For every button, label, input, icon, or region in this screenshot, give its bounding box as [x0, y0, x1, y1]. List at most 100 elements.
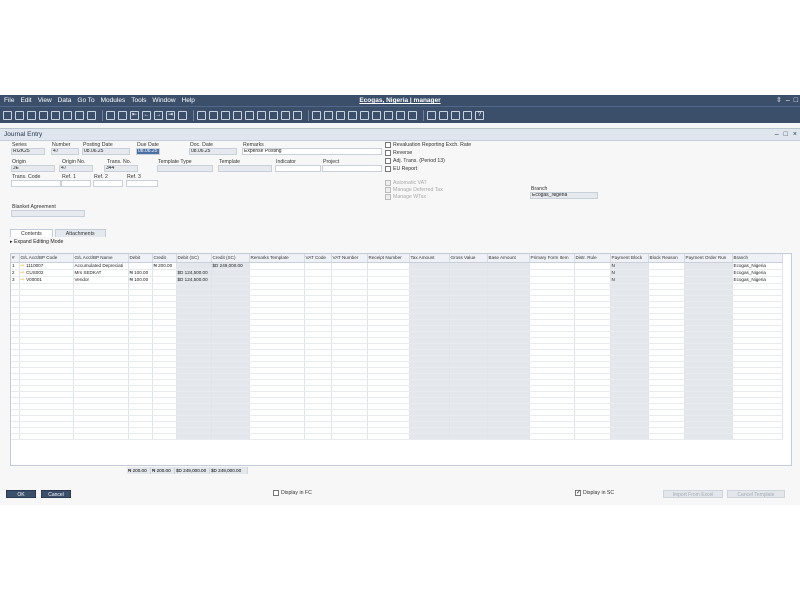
table-cell[interactable]: [152, 276, 177, 284]
table-cell[interactable]: N: [610, 262, 649, 270]
gross-profit-icon[interactable]: [245, 110, 254, 120]
table-cell[interactable]: ₦ 100.00: [128, 269, 153, 277]
table-cell[interactable]: [211, 276, 250, 284]
table-cell[interactable]: [304, 433, 332, 440]
calendar-icon[interactable]: [336, 110, 345, 120]
table-cell[interactable]: ₦ 100.00: [128, 276, 153, 284]
email-icon[interactable]: [39, 110, 48, 120]
table-cell[interactable]: [574, 269, 611, 277]
adj-trans-checkbox[interactable]: [385, 158, 391, 164]
form-minimize-icon[interactable]: –: [775, 129, 779, 141]
table-row[interactable]: 1 ⇨ 1110007 Accumulated Depreciati ₦ 200.00…: [11, 262, 783, 270]
print-preview-icon[interactable]: [27, 110, 36, 120]
table-cell[interactable]: [128, 262, 153, 270]
table-cell[interactable]: ⇨ V00001: [19, 276, 74, 284]
table-cell[interactable]: [648, 276, 685, 284]
blanket-agreement-field[interactable]: [11, 210, 85, 217]
table-cell[interactable]: [249, 269, 305, 277]
messages-icon[interactable]: [324, 110, 333, 120]
lock-icon[interactable]: [408, 110, 417, 120]
table-row[interactable]: [11, 433, 783, 440]
branch-field[interactable]: Ecogas_Nigeria: [530, 192, 598, 199]
attachments-icon[interactable]: [439, 110, 448, 120]
table-cell[interactable]: [304, 276, 332, 284]
table-cell[interactable]: 1: [11, 262, 20, 270]
table-cell[interactable]: N: [610, 269, 649, 277]
table-cell[interactable]: [684, 262, 733, 270]
table-cell[interactable]: ⇨ 1110007: [19, 262, 74, 270]
edit-icon[interactable]: [427, 110, 436, 120]
col-vat-number[interactable]: VAT Number: [331, 254, 368, 263]
filter-icon[interactable]: [197, 110, 206, 120]
table-cell[interactable]: [529, 433, 575, 440]
table-cell[interactable]: [648, 269, 685, 277]
table-cell[interactable]: [449, 276, 488, 284]
project-field[interactable]: [322, 165, 382, 172]
refresh-icon[interactable]: [178, 110, 187, 120]
table-cell[interactable]: [11, 433, 20, 440]
tab-contents[interactable]: Contents: [10, 229, 53, 237]
table-cell[interactable]: [128, 433, 153, 440]
remarks-field[interactable]: Expense Posting: [242, 148, 382, 155]
table-cell[interactable]: Vendor: [73, 276, 129, 284]
document-icon[interactable]: [463, 110, 472, 120]
table-cell[interactable]: [331, 276, 368, 284]
cancel-button[interactable]: Cancel: [41, 490, 71, 498]
table-cell[interactable]: [487, 276, 530, 284]
table-cell[interactable]: 3: [11, 276, 20, 284]
col-base-amount[interactable]: Base Amount: [487, 254, 530, 263]
sms-icon[interactable]: [51, 110, 60, 120]
manage-deferred-tax-checkbox[interactable]: [385, 187, 391, 193]
table-cell[interactable]: [331, 262, 368, 270]
template-type-field[interactable]: [157, 165, 213, 172]
table-cell[interactable]: [610, 433, 649, 440]
table-cell[interactable]: $D 124,500.00: [176, 269, 212, 277]
col-payment-block[interactable]: Payment Block: [610, 254, 649, 263]
table-cell[interactable]: [449, 433, 488, 440]
save-icon[interactable]: [3, 110, 12, 120]
check-icon[interactable]: [451, 110, 460, 120]
table-cell[interactable]: [249, 276, 305, 284]
table-cell[interactable]: [487, 269, 530, 277]
col-payment-order-run[interactable]: Payment Order Run: [684, 254, 733, 263]
trans-no-field[interactable]: 344: [104, 165, 138, 172]
table-cell[interactable]: [304, 269, 332, 277]
doc-date-field[interactable]: 08.06.25: [189, 148, 237, 155]
payment-means-icon[interactable]: [257, 110, 266, 120]
first-record-icon[interactable]: ⇤: [130, 110, 139, 120]
minimize-icon[interactable]: –: [786, 95, 790, 106]
table-cell[interactable]: Mrs SEDKAT: [73, 269, 129, 277]
menu-data[interactable]: Data: [58, 95, 72, 106]
display-sc-checkbox[interactable]: [575, 489, 581, 496]
table-cell[interactable]: [529, 262, 575, 270]
table-cell[interactable]: Ecogas_Nigeria: [732, 269, 783, 277]
table-cell[interactable]: [529, 269, 575, 277]
table-cell[interactable]: N: [610, 276, 649, 284]
col-remarks-template[interactable]: Remarks Template: [249, 254, 305, 263]
origin-field[interactable]: JE: [11, 165, 55, 172]
col-branch[interactable]: Branch: [732, 254, 783, 263]
table-cell[interactable]: [249, 433, 305, 440]
menu-help[interactable]: Help: [182, 95, 195, 106]
table-cell[interactable]: [367, 433, 410, 440]
table-cell[interactable]: [249, 262, 305, 270]
table-cell[interactable]: [152, 269, 177, 277]
table-cell[interactable]: [487, 433, 530, 440]
pdf-icon[interactable]: [87, 110, 96, 120]
col-debit[interactable]: Debit: [128, 254, 153, 263]
table-cell[interactable]: [574, 276, 611, 284]
table-cell[interactable]: [73, 433, 129, 440]
settings-icon[interactable]: [360, 110, 369, 120]
col-gross-value[interactable]: Gross Value: [449, 254, 488, 263]
col-name[interactable]: G/L Acct/BP Name: [73, 254, 129, 263]
menu-view[interactable]: View: [38, 95, 52, 106]
revaluation-checkbox[interactable]: [385, 142, 391, 148]
ref3-field[interactable]: [126, 180, 158, 187]
table-cell[interactable]: [732, 433, 783, 440]
table-cell[interactable]: [449, 269, 488, 277]
col-code[interactable]: G/L Acct/BP Code: [19, 254, 74, 263]
target-document-icon[interactable]: [233, 110, 242, 120]
help-icon[interactable]: ?: [475, 110, 484, 120]
table-cell[interactable]: [648, 262, 685, 270]
table-cell[interactable]: [529, 276, 575, 284]
